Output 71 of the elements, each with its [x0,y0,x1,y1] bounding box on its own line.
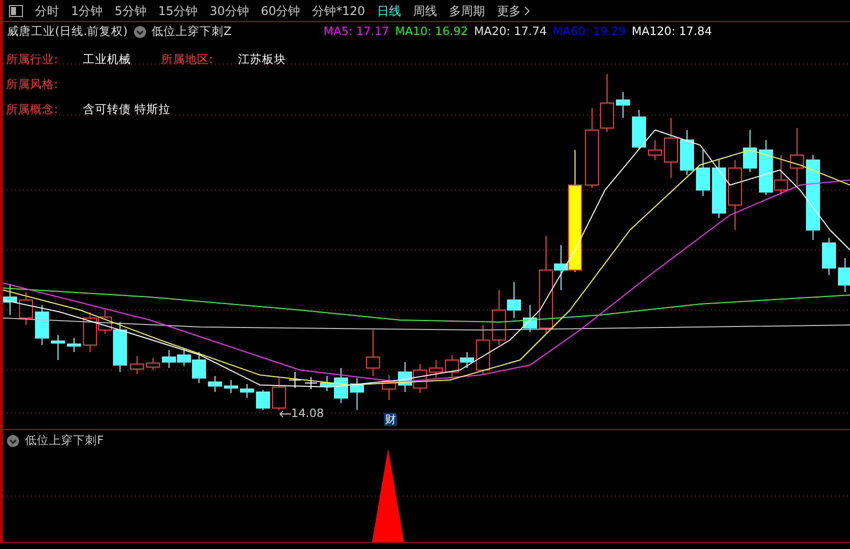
info-value: 工业机械 [83,51,132,67]
price-label: 14.08 [291,405,324,422]
candlestick [838,258,850,292]
candlestick [162,350,176,368]
candlestick [790,128,804,186]
period-tab[interactable]: 日线 [377,0,402,20]
candlestick [460,352,474,368]
candlestick [680,130,694,176]
candlestick [632,110,646,150]
candlestick [208,376,222,392]
moving-average-value: MA20: 17.74 [474,23,547,40]
candlestick [664,118,678,178]
period-tab[interactable]: 60分钟 [260,0,300,20]
candlestick [224,380,238,394]
candlestick [429,360,443,378]
candlestick [696,150,710,196]
candlestick [146,358,160,370]
period-tab[interactable]: 分时 [35,0,59,20]
candlestick [256,390,270,410]
candlestick [272,378,286,410]
panel-toggle-icon[interactable] [9,4,23,16]
candlestick [51,334,65,360]
candlestick [35,304,49,346]
indicator-name: 低位上穿下刺Z [152,23,232,40]
info-label: 所属概念: [6,101,59,117]
info-value: 江苏板块 [238,51,286,67]
moving-average-value: MA120: 17.84 [632,23,712,40]
candlestick [774,154,788,196]
period-tab[interactable]: 5分钟 [114,0,146,20]
period-tab[interactable]: 更多 [497,0,530,20]
candlestick [616,92,630,118]
candlestick [759,140,773,196]
candlestick [822,238,836,276]
info-label: 所属风格: [6,76,59,92]
period-tab[interactable]: 15分钟 [158,0,198,20]
chart-title: 威唐工业(日线.前复权) [7,23,128,40]
chevron-down-icon[interactable] [7,434,19,447]
candlestick [476,324,490,376]
info-value: 含可转债 特斯拉 [83,101,171,117]
candlestick [600,74,614,132]
candlestick [648,140,662,160]
info-label: 所属地区: [161,51,214,67]
period-tab[interactable]: 分钟*120 [312,0,366,20]
event-badge[interactable]: 财 [384,413,397,426]
candlestick [288,372,302,388]
candlestick [523,304,537,332]
candlestick [304,376,318,390]
candlestick [240,384,254,398]
info-label: 所属行业: [6,51,59,67]
candlestick [413,364,427,394]
period-tab[interactable]: 30分钟 [210,0,249,20]
candlestick [712,160,726,218]
moving-average-value: MA5: 17.17 [324,23,390,40]
period-tab[interactable]: 1分钟 [71,0,103,20]
candlestick [3,284,17,316]
candlestick [445,354,459,378]
candlestick [67,338,81,352]
period-tab[interactable]: 周线 [413,0,438,20]
period-tab[interactable]: 多周期 [449,0,486,20]
moving-average-value: MA10: 16.92 [395,23,468,40]
candlestick [398,362,412,392]
indicator-name: 低位上穿下刺F [25,432,104,449]
arrow-left-icon [279,410,291,418]
candlestick [366,330,380,376]
candlestick [19,292,33,326]
moving-average-value: MA60: 19.29 [552,23,626,40]
chevron-right-icon [524,6,530,16]
candlestick [130,356,144,374]
chevron-down-icon[interactable] [134,26,146,38]
candlestick [382,374,396,400]
candlestick [350,378,364,410]
